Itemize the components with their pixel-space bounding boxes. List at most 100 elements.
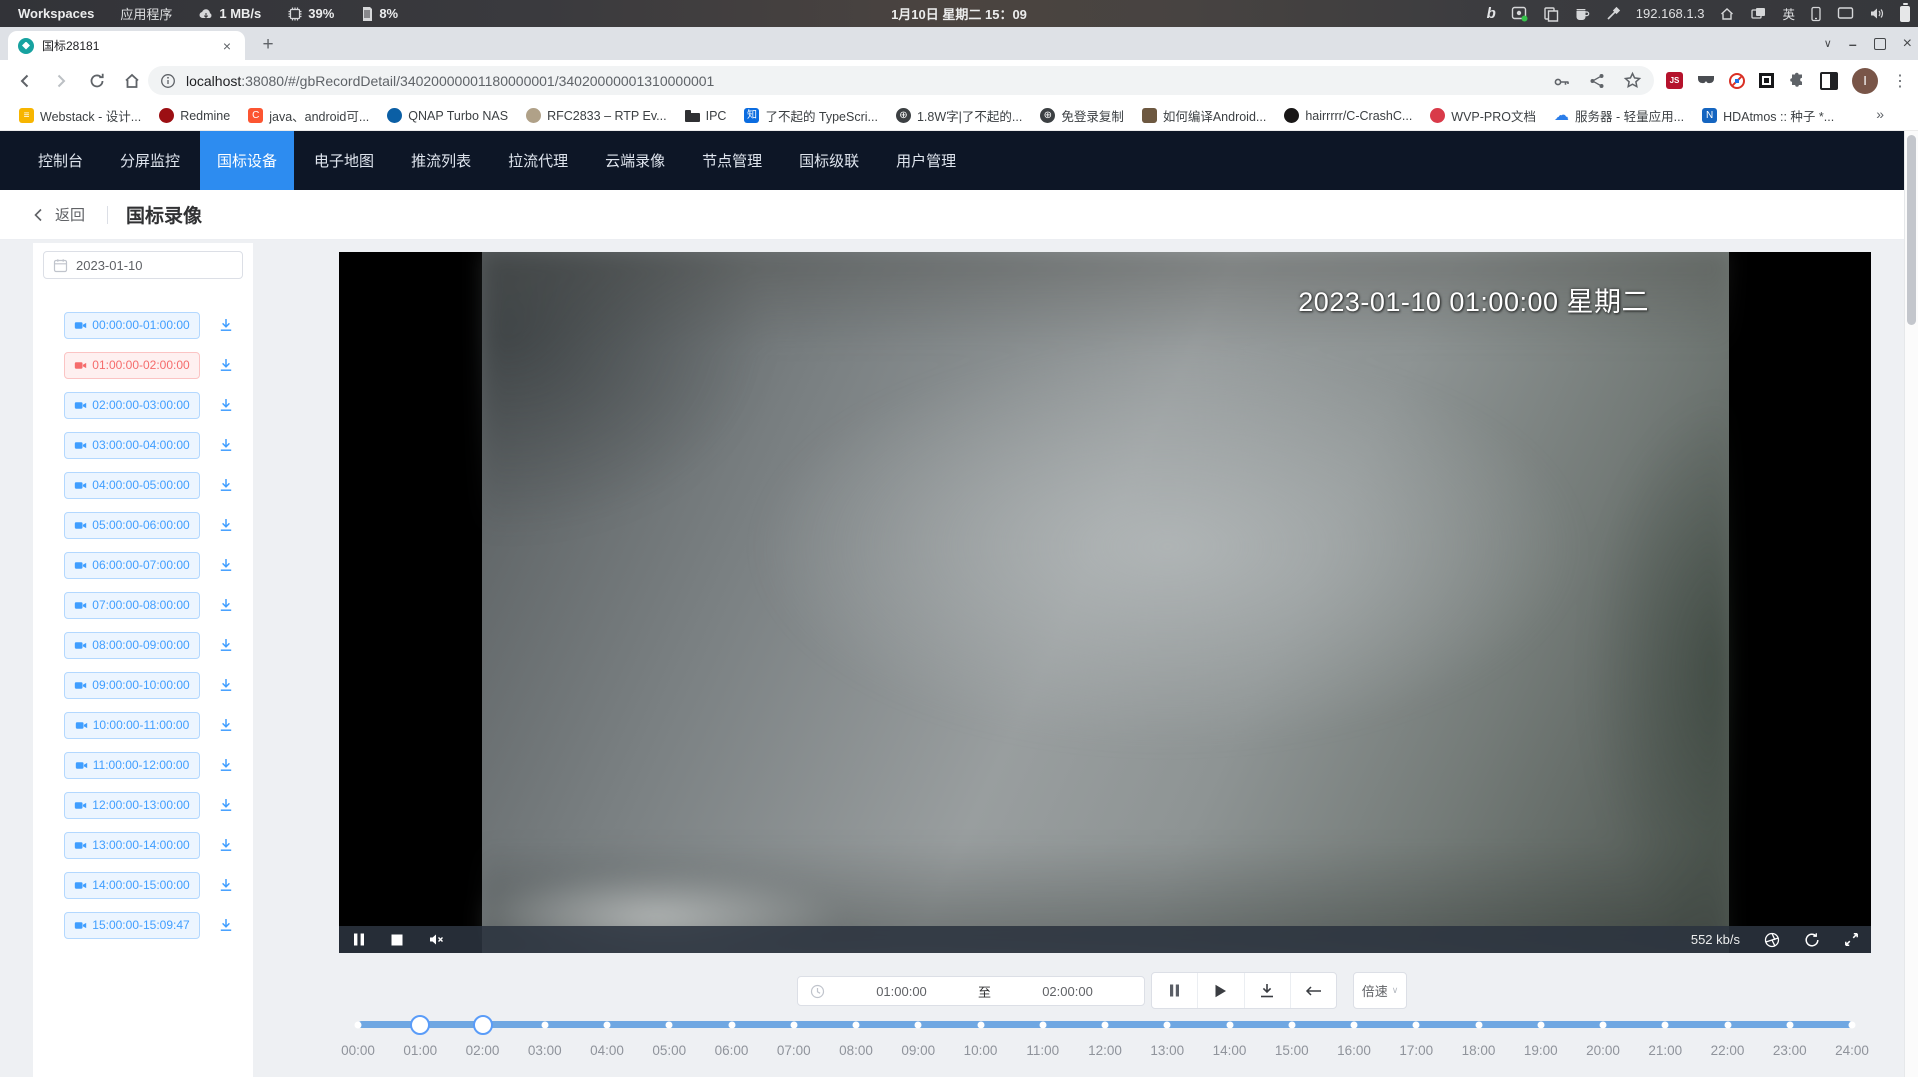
- nav-item[interactable]: 控制台: [21, 131, 100, 190]
- nav-item[interactable]: 节点管理: [685, 131, 779, 190]
- player-mute-button[interactable]: [429, 933, 445, 946]
- end-time-value[interactable]: 02:00:00: [991, 984, 1144, 999]
- bookmarks-overflow-icon[interactable]: »: [1876, 106, 1884, 122]
- bookmark-item[interactable]: N HDAtmos :: 种子 *...: [1693, 104, 1843, 128]
- recording-segment-button[interactable]: 15:00:00-15:09:47: [64, 912, 200, 939]
- bookmark-item[interactable]: 如何编译Android...: [1133, 104, 1276, 128]
- player-pause-button[interactable]: [353, 933, 365, 946]
- start-time-value[interactable]: 01:00:00: [825, 984, 978, 999]
- fullscreen-button[interactable]: [1844, 932, 1859, 947]
- segment-download-button[interactable]: [214, 553, 238, 577]
- bookmark-item[interactable]: WVP-PRO文档: [1421, 104, 1545, 128]
- recording-segment-button[interactable]: 08:00:00-09:00:00: [64, 632, 200, 659]
- segment-download-button[interactable]: [214, 593, 238, 617]
- home-button[interactable]: [119, 68, 145, 94]
- timeline-track[interactable]: [358, 1021, 1852, 1028]
- scrollbar-thumb[interactable]: [1907, 135, 1916, 325]
- recording-segment-button[interactable]: 10:00:00-11:00:00: [64, 712, 200, 739]
- timeline-handle[interactable]: [410, 1015, 430, 1035]
- segment-download-button[interactable]: [214, 633, 238, 657]
- screenshot-tool-icon[interactable]: [1511, 5, 1528, 22]
- page-scrollbar[interactable]: [1904, 131, 1918, 1077]
- snapshot-button[interactable]: [1764, 932, 1780, 948]
- recording-segment-button[interactable]: 14:00:00-15:00:00: [64, 872, 200, 899]
- nav-item[interactable]: 国标级联: [782, 131, 876, 190]
- input-method-indicator[interactable]: 英: [1782, 4, 1795, 23]
- recording-segment-button[interactable]: 13:00:00-14:00:00: [64, 832, 200, 859]
- clock[interactable]: 1月10日 星期二 15：09: [891, 4, 1027, 23]
- home-icon[interactable]: [1719, 6, 1735, 22]
- back-link[interactable]: 返回: [31, 204, 85, 225]
- refresh-button[interactable]: [1804, 932, 1820, 948]
- video-player[interactable]: 2023-01-10 01:00:00 星期二 552 kb/s: [339, 252, 1871, 953]
- bookmark-item[interactable]: ☁ 服务器 - 轻量应用...: [1545, 104, 1693, 128]
- play-button[interactable]: [1198, 973, 1244, 1008]
- recording-segment-button[interactable]: 12:00:00-13:00:00: [64, 792, 200, 819]
- tab-search-chevron-icon[interactable]: ∨: [1824, 37, 1832, 50]
- bookmark-item[interactable]: ⊕ 免登录复制: [1031, 104, 1133, 128]
- browser-menu-icon[interactable]: ⋮: [1892, 71, 1908, 91]
- password-key-icon[interactable]: [1552, 71, 1571, 90]
- recording-segment-button[interactable]: 04:00:00-05:00:00: [64, 472, 200, 499]
- segment-download-button[interactable]: [214, 473, 238, 497]
- recording-segment-button[interactable]: 11:00:00-12:00:00: [64, 752, 200, 779]
- clipboard-icon[interactable]: [1543, 6, 1559, 22]
- forward-button[interactable]: [48, 68, 74, 94]
- segment-download-button[interactable]: [214, 833, 238, 857]
- seek-back-button[interactable]: [1291, 973, 1336, 1008]
- applications-menu[interactable]: 应用程序: [120, 4, 172, 23]
- nav-item[interactable]: 国标设备: [200, 131, 294, 190]
- recording-segment-button[interactable]: 02:00:00-03:00:00: [64, 392, 200, 419]
- recording-segment-button[interactable]: 03:00:00-04:00:00: [64, 432, 200, 459]
- coffee-icon[interactable]: [1574, 6, 1590, 22]
- segment-download-button[interactable]: [214, 713, 238, 737]
- adblock-mask-icon[interactable]: [1697, 74, 1715, 88]
- recording-segment-button[interactable]: 01:00:00-02:00:00: [64, 352, 200, 379]
- nav-item[interactable]: 用户管理: [879, 131, 973, 190]
- phonelink-icon[interactable]: [1810, 6, 1822, 22]
- segment-download-button[interactable]: [214, 913, 238, 937]
- tab-close-icon[interactable]: ×: [219, 38, 235, 54]
- site-info-icon[interactable]: [160, 73, 176, 89]
- segment-download-button[interactable]: [214, 753, 238, 777]
- bookmark-item[interactable]: QNAP Turbo NAS: [378, 104, 517, 128]
- bookmark-item[interactable]: hairrrrr/C-CrashC...: [1275, 104, 1421, 128]
- segment-download-button[interactable]: [214, 313, 238, 337]
- touch-blocker-extension-icon[interactable]: [1729, 73, 1745, 89]
- nav-item[interactable]: 电子地图: [297, 131, 391, 190]
- share-icon[interactable]: [1588, 72, 1606, 90]
- bookmark-item[interactable]: ≡ Webstack - 设计...: [10, 104, 150, 128]
- color-picker-icon[interactable]: [1605, 6, 1621, 22]
- workspace-switcher-icon[interactable]: [1750, 6, 1767, 22]
- bookmark-item[interactable]: Redmine: [150, 104, 239, 128]
- new-tab-button[interactable]: +: [254, 31, 282, 59]
- reload-button[interactable]: [84, 68, 110, 94]
- window-close-button[interactable]: ×: [1903, 35, 1912, 53]
- bookmark-item[interactable]: ⊕ 1.8W字|了不起的...: [887, 104, 1031, 128]
- window-maximize-button[interactable]: [1874, 38, 1886, 50]
- recording-segment-button[interactable]: 06:00:00-07:00:00: [64, 552, 200, 579]
- address-bar[interactable]: localhost:38080/#/gbRecordDetail/3402000…: [148, 66, 1654, 95]
- segment-download-button[interactable]: [214, 873, 238, 897]
- segment-download-button[interactable]: [214, 433, 238, 457]
- segment-download-button[interactable]: [214, 393, 238, 417]
- playback-speed-dropdown[interactable]: 倍速 ∨: [1353, 972, 1407, 1009]
- segment-download-button[interactable]: [214, 353, 238, 377]
- bookmark-item[interactable]: 知 了不起的 TypeScri...: [735, 104, 887, 128]
- segment-download-button[interactable]: [214, 673, 238, 697]
- back-button[interactable]: [12, 68, 38, 94]
- pause-button[interactable]: [1152, 973, 1198, 1008]
- recording-segment-button[interactable]: 00:00:00-01:00:00: [64, 312, 200, 339]
- workspaces-button[interactable]: Workspaces: [18, 6, 94, 21]
- segment-download-button[interactable]: [214, 513, 238, 537]
- display-icon[interactable]: [1837, 6, 1854, 21]
- date-picker-input[interactable]: 2023-01-10: [43, 251, 243, 279]
- timeline-handle[interactable]: [473, 1015, 493, 1035]
- bookmark-item[interactable]: IPC: [676, 104, 736, 128]
- recording-segment-button[interactable]: 05:00:00-06:00:00: [64, 512, 200, 539]
- extensions-puzzle-icon[interactable]: [1788, 72, 1806, 90]
- bookmark-item[interactable]: C java、android可...: [239, 104, 378, 128]
- js-extension-icon[interactable]: JS: [1666, 72, 1683, 89]
- recording-segment-button[interactable]: 07:00:00-08:00:00: [64, 592, 200, 619]
- profile-avatar[interactable]: I: [1852, 68, 1878, 94]
